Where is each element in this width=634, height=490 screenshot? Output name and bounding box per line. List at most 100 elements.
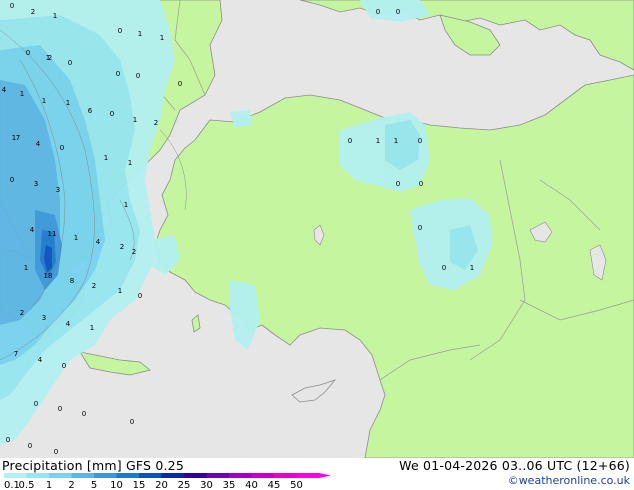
map-canvas: 02 10 1 10010200141 16 01 21 74 0110 3314 11 1 42121… (0, 0, 634, 458)
precip-value: 0 (82, 410, 86, 418)
legend-label: 0.1 (4, 480, 20, 490)
precip-value: 4 (30, 226, 35, 234)
precip-value: 1 (74, 234, 78, 242)
precip-value: 1 (133, 116, 137, 124)
precip-value: 0 (26, 49, 30, 57)
precip-value: 0 (6, 436, 10, 444)
precip-value: 1 (24, 264, 28, 272)
precip-value: 7 (16, 134, 20, 142)
precip-value: 1 (128, 159, 132, 167)
legend-swatch (71, 473, 94, 478)
precip-value: 4 (66, 320, 71, 328)
precip-value: 1 (20, 90, 24, 98)
precip-value: 0 (110, 110, 114, 118)
legend-label: 10 (110, 480, 123, 490)
legend-label: 45 (268, 480, 281, 490)
precip-value: 1 (470, 264, 474, 272)
precip-value: 0 (10, 176, 14, 184)
precip-value: 18 (44, 272, 53, 280)
credit-link[interactable]: ©weatheronline.co.uk (508, 474, 630, 487)
precip-value: 8 (70, 277, 74, 285)
precip-value: 0 (178, 80, 182, 88)
legend-swatch (49, 473, 72, 478)
precip-value: 0 (60, 144, 64, 152)
precip-value: 2 (31, 8, 35, 16)
precip-value: 1 (66, 99, 70, 107)
precip-value: 0 (68, 59, 72, 67)
legend-label: 2 (68, 480, 74, 490)
legend-swatch (229, 473, 252, 478)
legend-swatch (26, 473, 49, 478)
legend-label: 1 (46, 480, 52, 490)
precip-value: 2 (154, 119, 158, 127)
precip-value: 1 (90, 324, 94, 332)
legend-swatch (296, 473, 319, 478)
precip-value: 0 (28, 442, 32, 450)
precip-value: 0 (376, 8, 380, 16)
precip-value: 1 (42, 97, 46, 105)
precip-value: 0 (418, 224, 422, 232)
precip-value: 1 (160, 34, 164, 42)
legend-swatch (116, 473, 139, 478)
legend-swatch (206, 473, 229, 478)
precipitation-map: 0 2 1 0 1 1 0 0 1 0 2 0 0 1 4 1 1 6 0 1 2 1 7 4 0 1 1 0 3 3 1 4 11 1 4 2 1 2 1… (0, 0, 634, 458)
legend-label: 40 (245, 480, 258, 490)
legend-swatch (161, 473, 184, 478)
precip-value: 1 (138, 30, 142, 38)
precip-value: 0 (418, 137, 422, 145)
bottom-bar: Precipitation [mm] GFS 0.25 We 01-04-202… (0, 458, 634, 490)
precip-value: 0 (130, 418, 134, 426)
forecast-timestamp: We 01-04-2026 03..06 UTC (12+66) (399, 458, 630, 473)
precip-value: 0 (54, 448, 58, 456)
precip-value: 0 (396, 8, 400, 16)
map-title: Precipitation [mm] GFS 0.25 (2, 458, 184, 473)
precip-value: 2 (20, 309, 24, 317)
precip-value: 4 (38, 356, 43, 364)
legend-swatch (139, 473, 162, 478)
precip-value: 2 (48, 54, 52, 62)
legend-label: 35 (223, 480, 236, 490)
precip-value: 0 (118, 27, 122, 35)
precip-value: 0 (10, 2, 14, 10)
precip-value: 4 (36, 140, 41, 148)
legend-label: 15 (133, 480, 146, 490)
legend-arrow (319, 473, 331, 478)
precip-value: 0 (138, 292, 142, 300)
precip-value: 0 (442, 264, 446, 272)
precip-value: 4 (96, 238, 101, 246)
legend-swatch (274, 473, 297, 478)
legend-label: 25 (178, 480, 191, 490)
precip-value: 0 (116, 70, 120, 78)
precip-value: 1 (118, 287, 122, 295)
precip-value: 11 (48, 230, 57, 238)
precip-value: 7 (14, 350, 18, 358)
precip-value: 1 (53, 12, 57, 20)
precip-value: 4 (2, 86, 7, 94)
legend-swatch (4, 473, 27, 478)
precip-value: 0 (62, 362, 66, 370)
legend-label: 20 (155, 480, 168, 490)
legend-label: 30 (200, 480, 213, 490)
color-legend: 0.10.5 1 2 5 10 15 20 25 30 35 40 45 50 (4, 473, 331, 490)
precip-value: 3 (42, 314, 46, 322)
legend-label: 5 (91, 480, 97, 490)
precip-value: 3 (56, 186, 60, 194)
precip-value: 3 (34, 180, 38, 188)
precip-value: 6 (88, 107, 93, 115)
legend-label: 0.5 (19, 480, 35, 490)
legend-swatch (251, 473, 274, 478)
precip-value: 1 (394, 137, 398, 145)
precip-value: 2 (120, 243, 124, 251)
precip-value: 1 (104, 154, 108, 162)
precip-value: 2 (132, 248, 136, 256)
precip-value: 0 (34, 400, 38, 408)
precip-value: 0 (419, 180, 423, 188)
precip-value: 2 (92, 282, 96, 290)
precip-value: 0 (396, 180, 400, 188)
precip-value: 0 (58, 405, 62, 413)
precip-value: 0 (348, 137, 352, 145)
legend-label: 50 (290, 480, 303, 490)
precip-value: 1 (376, 137, 380, 145)
legend-swatch (94, 473, 117, 478)
precip-value: 0 (136, 72, 140, 80)
